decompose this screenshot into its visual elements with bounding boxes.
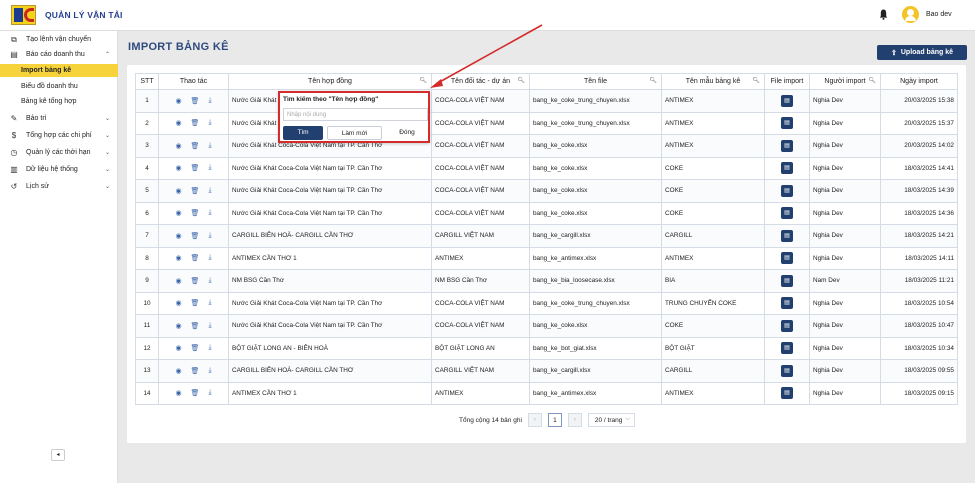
annotation-arrow: [430, 24, 543, 88]
